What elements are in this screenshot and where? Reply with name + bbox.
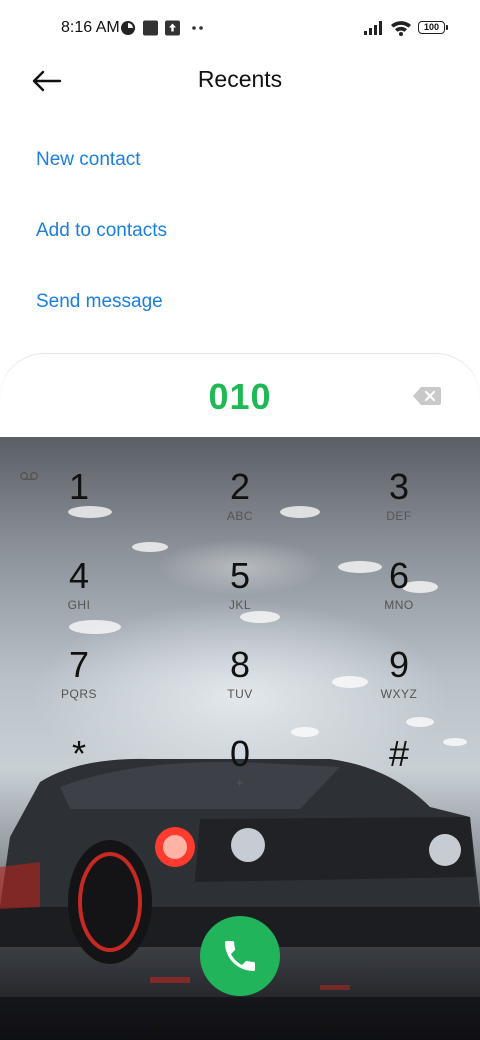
wifi-icon (391, 21, 411, 36)
dialpad-key-0[interactable]: 0 + (180, 734, 300, 814)
dialpad-key-6[interactable]: 6 MNO (339, 556, 459, 636)
key-letters: TUV (227, 687, 253, 701)
key-digit: 7 (68, 644, 90, 685)
key-letters: PQRS (60, 687, 97, 701)
key-digit: 4 (68, 555, 90, 596)
dialpad-sheet: 010 1 2 ABC 3 DEF 4 GHI 5 JKL 6 MNO 7 PQ… (0, 354, 480, 1040)
page-title: Recents (197, 66, 283, 92)
key-digit: # (388, 733, 410, 774)
home-indicator[interactable] (151, 1027, 329, 1032)
dialpad-key-2[interactable]: 2 ABC (180, 467, 300, 547)
data-saver-icon (121, 21, 135, 35)
status-bar: 8:16 AM 100 (0, 0, 480, 56)
dialed-number: 010 (208, 376, 272, 417)
key-letters: GHI (67, 598, 91, 612)
key-digit: * (71, 733, 86, 774)
dialpad-key-8[interactable]: 8 TUV (180, 645, 300, 725)
voicemail-icon (20, 472, 38, 480)
key-digit: 2 (229, 466, 251, 507)
dialpad-key-1[interactable]: 1 (19, 467, 139, 547)
key-letters: MNO (384, 598, 414, 612)
key-digit: 6 (388, 555, 410, 596)
call-button[interactable] (200, 916, 280, 996)
dialpad-key-star[interactable]: * (19, 734, 139, 814)
dialpad-key-4[interactable]: 4 GHI (19, 556, 139, 636)
backspace-icon[interactable] (412, 386, 442, 406)
key-letters: + (236, 776, 244, 790)
key-letters: WXYZ (380, 687, 418, 701)
upload-icon (165, 20, 180, 36)
key-letters: DEF (386, 509, 412, 523)
send-message-link[interactable]: Send message (36, 291, 163, 313)
signal-icon (364, 21, 382, 35)
dialpad-key-7[interactable]: 7 PQRS (19, 645, 139, 725)
square-notification-icon (143, 20, 158, 36)
key-digit: 9 (388, 644, 410, 685)
dialpad-key-3[interactable]: 3 DEF (339, 467, 459, 547)
battery-icon: 100 (418, 21, 448, 34)
key-digit: 5 (229, 555, 251, 596)
key-digit: 3 (388, 466, 410, 507)
more-dots-icon (192, 26, 203, 30)
key-letters: ABC (226, 509, 254, 523)
dialpad-key-hash[interactable]: # (339, 734, 459, 814)
new-contact-link[interactable]: New contact (36, 149, 141, 171)
key-digit: 8 (229, 644, 251, 685)
dialpad-key-5[interactable]: 5 JKL (180, 556, 300, 636)
dialpad-key-9[interactable]: 9 WXYZ (339, 645, 459, 725)
add-to-contacts-link[interactable]: Add to contacts (36, 220, 167, 242)
status-time: 8:16 AM (61, 19, 120, 36)
key-letters: JKL (228, 598, 252, 612)
phone-icon (225, 941, 255, 971)
key-digit: 0 (229, 733, 251, 774)
